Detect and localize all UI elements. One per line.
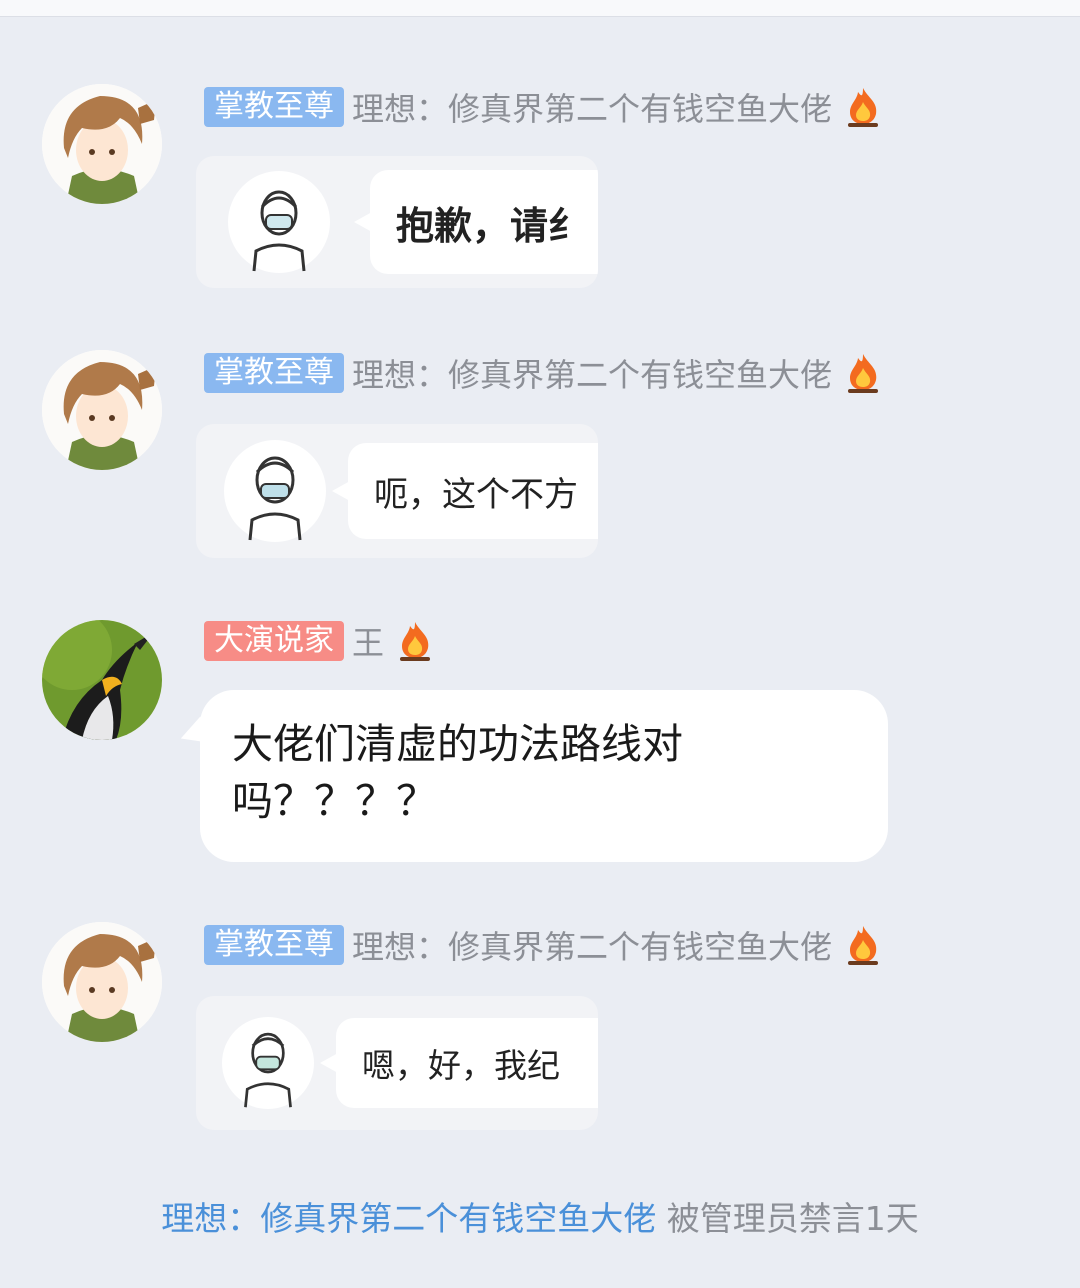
sticker-face-image bbox=[224, 440, 326, 542]
fire-icon bbox=[844, 352, 882, 394]
chat-message: 掌教至尊 理想：修真界第二个有钱空鱼大佬 抱歉，请纟 bbox=[0, 84, 1080, 294]
sticker-face-image bbox=[222, 1017, 314, 1109]
muted-user-link[interactable]: 理想：修真界第二个有钱空鱼大佬 bbox=[161, 1199, 656, 1238]
system-notice: 理想：修真界第二个有钱空鱼大佬 被管理员禁言1天 bbox=[0, 1192, 1080, 1242]
avatar[interactable] bbox=[42, 84, 162, 204]
rank-badge: 大演说家 bbox=[204, 621, 344, 661]
message-header: 掌教至尊 理想：修真界第二个有钱空鱼大佬 bbox=[204, 86, 882, 128]
avatar[interactable] bbox=[42, 350, 162, 470]
sticker-face-image bbox=[228, 171, 330, 273]
sticker-message[interactable]: 呃，这个不方 bbox=[196, 424, 598, 558]
chat-message: 掌教至尊 理想：修真界第二个有钱空鱼大佬 呃，这个不方 bbox=[0, 350, 1080, 560]
rank-badge: 掌教至尊 bbox=[204, 353, 344, 393]
chat-message: 掌教至尊 理想：修真界第二个有钱空鱼大佬 嗯，好，我纪 bbox=[0, 922, 1080, 1132]
fire-icon bbox=[844, 86, 882, 128]
sender-name[interactable]: 理想：修真界第二个有钱空鱼大佬 bbox=[352, 84, 832, 130]
fire-icon bbox=[396, 620, 434, 662]
sticker-bubble-text: 呃，这个不方 bbox=[348, 443, 598, 539]
sender-name[interactable]: 理想：修真界第二个有钱空鱼大佬 bbox=[352, 350, 832, 396]
text-message-bubble[interactable]: 大佬们清虚的功法路线对 吗？？？？ bbox=[200, 690, 888, 862]
message-header: 掌教至尊 理想：修真界第二个有钱空鱼大佬 bbox=[204, 352, 882, 394]
message-text-line: 大佬们清虚的功法路线对 bbox=[232, 720, 683, 768]
mute-notice-text: 被管理员禁言1天 bbox=[656, 1199, 919, 1238]
message-header: 大演说家 王 bbox=[204, 620, 434, 662]
sticker-message[interactable]: 抱歉，请纟 bbox=[196, 156, 598, 288]
rank-badge: 掌教至尊 bbox=[204, 87, 344, 127]
sender-name[interactable]: 理想：修真界第二个有钱空鱼大佬 bbox=[352, 922, 832, 968]
message-text-line: 吗？？？？ bbox=[232, 777, 437, 825]
avatar[interactable] bbox=[42, 922, 162, 1042]
message-header: 掌教至尊 理想：修真界第二个有钱空鱼大佬 bbox=[204, 924, 882, 966]
avatar[interactable] bbox=[42, 620, 162, 740]
fire-icon bbox=[844, 924, 882, 966]
sender-name[interactable]: 王 bbox=[352, 618, 384, 664]
sticker-bubble-text: 嗯，好，我纪 bbox=[336, 1018, 598, 1108]
top-bar bbox=[0, 0, 1080, 17]
sticker-bubble-text: 抱歉，请纟 bbox=[370, 170, 598, 274]
rank-badge: 掌教至尊 bbox=[204, 925, 344, 965]
sticker-message[interactable]: 嗯，好，我纪 bbox=[196, 996, 598, 1130]
